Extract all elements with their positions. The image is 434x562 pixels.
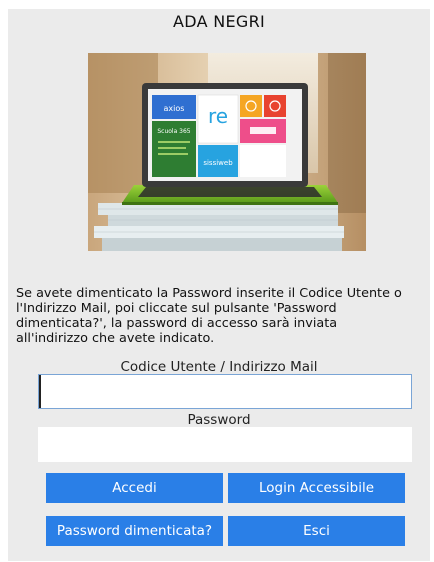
hero-image: axios re Scuola 365 sissiweb — [88, 53, 366, 251]
login-button[interactable]: Accedi — [46, 473, 223, 503]
school-name: ADA NEGRI — [172, 12, 266, 31]
login-panel: ADA NEGRI axios re Scuola 365 sissiweb S… — [8, 9, 430, 561]
accessible-login-button[interactable]: Login Accessibile — [228, 473, 405, 503]
user-code-label: Codice Utente / Indirizzo Mail — [120, 359, 318, 375]
help-line: Se avete dimenticato la Password inserit… — [16, 286, 402, 301]
password-help-text: Se avete dimenticato la Password inserit… — [16, 286, 432, 346]
sissiweb-tile-label: sissiweb — [203, 159, 233, 167]
help-line: l'Indirizzo Mail, poi cliccate sul pulsa… — [16, 301, 337, 316]
blank-tile — [240, 145, 286, 177]
password-input[interactable] — [38, 427, 412, 462]
help-tile — [240, 95, 262, 117]
exit-button[interactable]: Esci — [228, 516, 405, 546]
user-code-input[interactable] — [38, 374, 412, 409]
scuola-tile-label: Scuola 365 — [157, 128, 190, 135]
alert-tile — [264, 95, 286, 117]
help-line: all'indirizzo che avete indicato. — [16, 331, 215, 346]
re-tile-label: re — [208, 104, 228, 128]
password-label: Password — [187, 412, 251, 428]
help-line: dimenticata?', la password di accesso sa… — [16, 316, 338, 331]
forgot-password-button[interactable]: Password dimenticata? — [46, 516, 223, 546]
axios-tile-label: axios — [164, 104, 185, 113]
laptop-illustration: axios re Scuola 365 sissiweb — [88, 53, 366, 251]
